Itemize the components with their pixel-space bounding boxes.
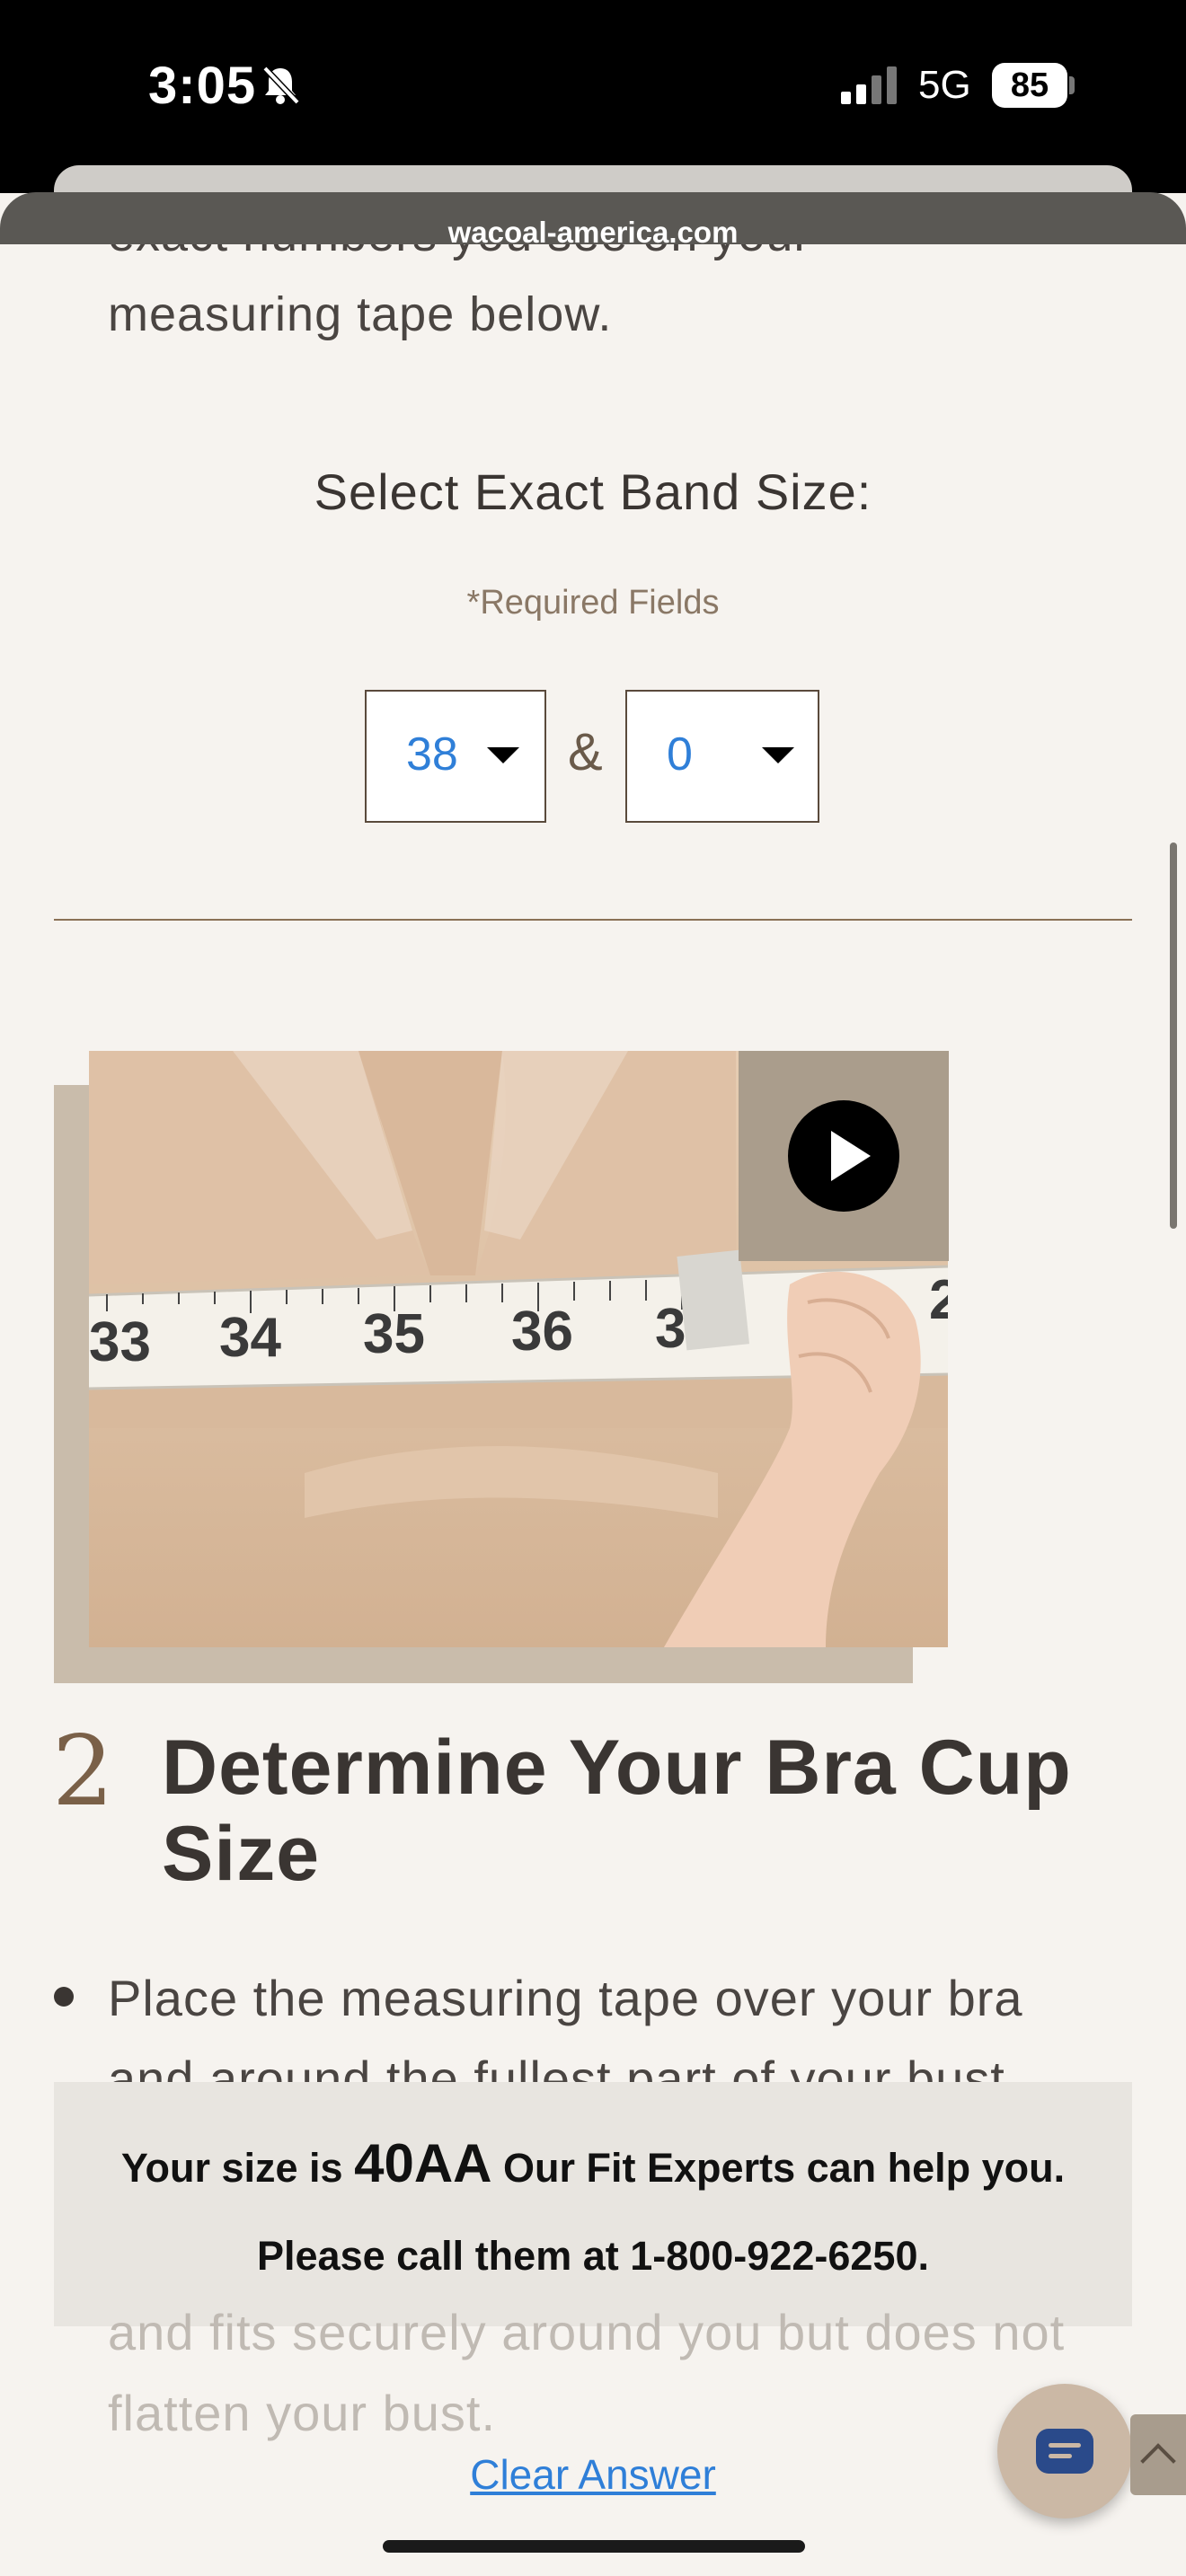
scroll-to-top-button[interactable]: [1130, 2414, 1186, 2495]
required-fields-note: *Required Fields: [466, 584, 720, 622]
tape-number: 2: [929, 1269, 948, 1331]
status-bar: 3:05 5G 85: [0, 0, 1186, 193]
band-fraction-value: 0: [667, 728, 693, 781]
scrollbar[interactable]: [1170, 842, 1177, 1229]
result-banner: Your size is 40AA Our Fit Experts can he…: [54, 2082, 1132, 2326]
band-size-heading: Select Exact Band Size:: [314, 463, 872, 520]
chat-button[interactable]: [997, 2384, 1132, 2519]
section-divider: [54, 919, 1132, 921]
result-prefix: Your size is: [120, 2145, 343, 2191]
band-size-value: 38: [406, 728, 458, 781]
play-button[interactable]: [739, 1051, 949, 1261]
caret-down-icon: [487, 747, 519, 763]
play-icon: [788, 1100, 899, 1212]
result-suffix: Our Fit Experts can help you.: [503, 2145, 1066, 2191]
bullet-dot: [54, 1987, 74, 2007]
tape-number: 35: [363, 1303, 425, 1365]
url-text[interactable]: wacoal-america.com: [0, 216, 1186, 244]
step-title: Determine Your Bra Cup Size: [162, 1725, 1072, 1897]
network-label: 5G: [918, 63, 971, 107]
tape-number: 36: [511, 1301, 573, 1363]
home-indicator[interactable]: [383, 2540, 805, 2553]
result-line1: Your size is 40AA Our Fit Experts can he…: [54, 2132, 1132, 2194]
status-time: 3:05: [148, 57, 257, 115]
battery-nub: [1069, 76, 1075, 94]
tape-number: 33: [89, 1311, 151, 1373]
bell-muted-icon: [262, 66, 300, 105]
tape-number: 34: [219, 1307, 281, 1369]
signal-icon: [841, 66, 897, 104]
ampersand-separator: &: [568, 723, 603, 781]
battery-icon: 85: [992, 63, 1067, 108]
band-fraction-select[interactable]: 0: [625, 690, 819, 823]
url-bar[interactable]: wacoal-america.com: [0, 192, 1186, 244]
step-number: 2: [52, 1716, 114, 1828]
result-line2: Please call them at 1-800-922-6250.: [257, 2233, 929, 2279]
caret-down-icon: [762, 747, 794, 763]
band-size-select[interactable]: 38: [365, 690, 546, 823]
result-size: 40AA: [354, 2133, 492, 2193]
chat-icon: [1036, 2429, 1093, 2474]
faded-bullet-text: and fits securely around you but does no…: [108, 2304, 1066, 2441]
chevron-up-icon: [1140, 2443, 1176, 2479]
intro-text-line2: measuring tape below.: [108, 287, 613, 341]
